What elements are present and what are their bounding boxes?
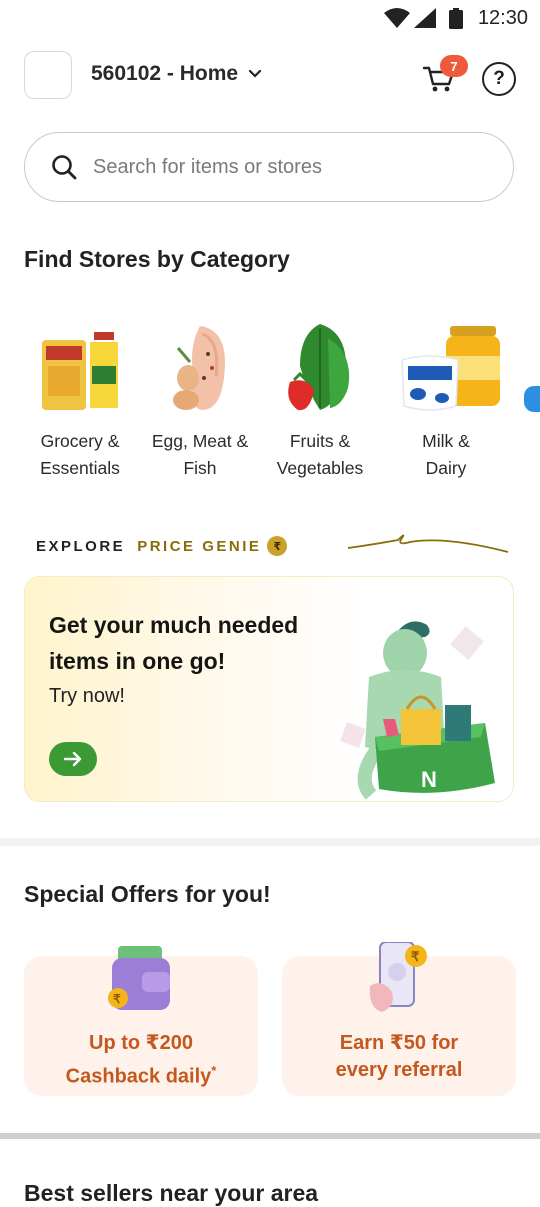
grocery-bag-oil-icon xyxy=(30,318,130,418)
offer-line2: Cashback daily xyxy=(65,1065,212,1088)
category-dairy[interactable]: Milk & Dairy xyxy=(386,318,506,482)
store-logo[interactable] xyxy=(24,51,72,99)
category-label: Milk & xyxy=(422,431,470,451)
offer-line2: every referral xyxy=(335,1059,463,1081)
phone-referral-icon: ₹ xyxy=(369,942,427,1012)
status-time: 12:30 xyxy=(477,7,528,29)
basket-letter: N xyxy=(421,767,437,792)
search-input[interactable] xyxy=(91,154,475,180)
offer-asterisk: * xyxy=(211,1063,217,1078)
horizontal-scrollbar[interactable] xyxy=(0,1133,540,1139)
milk-ghee-icon xyxy=(396,318,500,418)
cart-count-badge: 7 xyxy=(440,55,468,77)
category-label: Fish xyxy=(183,458,217,478)
signal-icon xyxy=(414,8,436,28)
arrow-right-icon xyxy=(63,751,82,767)
category-label: Dairy xyxy=(425,458,467,478)
wallet-coin-icon: ₹ xyxy=(108,946,170,1010)
category-label: Fruits & xyxy=(289,431,351,451)
categories-title: Find Stores by Category xyxy=(24,246,290,272)
price-genie-card[interactable]: Get your much needed items in one go! Tr… xyxy=(24,576,514,802)
category-meat[interactable]: Egg, Meat & Fish xyxy=(140,318,260,482)
search-icon xyxy=(52,155,77,180)
svg-text:₹: ₹ xyxy=(411,949,420,964)
explore-label: EXPLORE xyxy=(36,537,126,555)
promo-arrow-button[interactable] xyxy=(49,742,97,776)
section-divider xyxy=(0,838,540,846)
best-sellers-title: Best sellers near your area xyxy=(24,1180,319,1206)
offers-title: Special Offers for you! xyxy=(24,881,271,907)
category-label: Essentials xyxy=(40,458,120,478)
category-label: Egg, Meat & xyxy=(151,431,249,451)
strawberry-greens-icon xyxy=(270,318,370,418)
decorative-squiggle xyxy=(347,534,509,553)
location-selector[interactable]: 560102 - Home xyxy=(91,62,262,86)
category-label: Vegetables xyxy=(276,458,364,478)
offer-card-cashback[interactable]: ₹ Up to ₹200 Cashback daily* xyxy=(24,946,258,1096)
status-bar: 12:30 xyxy=(0,0,540,36)
help-icon[interactable]: ? xyxy=(482,62,516,96)
battery-icon xyxy=(449,8,463,29)
location-label: 560102 - Home xyxy=(91,62,239,85)
offer-line1: Up to ₹200 xyxy=(89,1032,193,1054)
offer-card-referral[interactable]: ₹ Earn ₹50 for every referral xyxy=(282,942,516,1096)
promo-subtitle: Try now! xyxy=(49,685,125,707)
price-genie-label: PRICE GENIE xyxy=(137,537,262,555)
explore-header: EXPLORE PRICE GENIE ₹ xyxy=(36,536,288,556)
category-label: Grocery & xyxy=(40,431,120,451)
wifi-icon xyxy=(384,8,410,28)
offer-line1: Earn ₹50 for xyxy=(339,1032,459,1054)
category-partial[interactable] xyxy=(524,386,540,412)
category-grocery[interactable]: Grocery & Essentials xyxy=(20,318,140,482)
chevron-down-icon xyxy=(248,69,262,78)
search-bar[interactable] xyxy=(24,132,514,202)
chicken-eggs-icon xyxy=(150,318,250,418)
svg-text:₹: ₹ xyxy=(113,992,121,1006)
category-fruits[interactable]: Fruits & Vegetables xyxy=(260,318,380,482)
price-genie-badge: ₹ xyxy=(267,536,288,556)
promo-title: Get your much needed items in one go! xyxy=(49,612,299,674)
genie-basket-illustration: N xyxy=(340,621,495,800)
